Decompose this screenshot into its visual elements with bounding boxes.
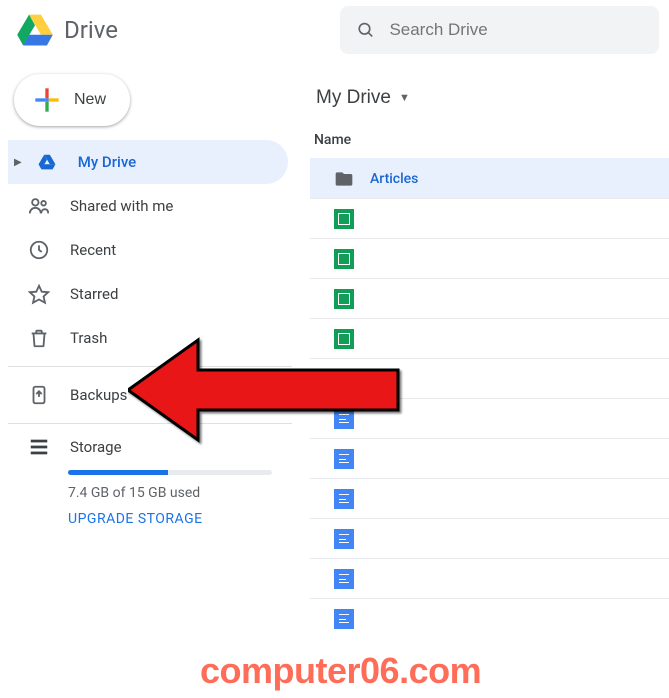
sidebar-item-storage[interactable]: Storage <box>8 430 292 458</box>
folder-icon <box>334 169 354 189</box>
file-row[interactable] <box>310 238 669 278</box>
sheets-icon <box>334 289 354 309</box>
sidebar-item-label: My Drive <box>78 153 137 171</box>
file-row[interactable] <box>310 478 669 518</box>
layout: New ▶ My Drive Shared with me Recent <box>0 60 669 638</box>
sidebar-item-trash[interactable]: Trash <box>8 316 288 360</box>
docs-icon <box>334 449 354 469</box>
people-icon <box>28 195 50 217</box>
file-row[interactable] <box>310 558 669 598</box>
watermark: computer06.com <box>200 650 481 692</box>
drawing-icon <box>334 369 354 389</box>
file-row[interactable] <box>310 398 669 438</box>
drive-logo-icon <box>16 11 54 49</box>
file-row[interactable] <box>310 318 669 358</box>
docs-icon <box>334 529 354 549</box>
file-row[interactable] <box>310 198 669 238</box>
plus-icon <box>32 85 62 115</box>
sheets-icon <box>334 249 354 269</box>
search-input[interactable] <box>389 20 643 40</box>
docs-icon <box>334 569 354 589</box>
chevron-down-icon: ▼ <box>399 92 410 104</box>
storage-bar <box>68 470 272 475</box>
logo-area[interactable]: Drive <box>10 11 340 49</box>
sidebar-item-label: Trash <box>70 329 107 347</box>
app-header: Drive <box>0 0 669 60</box>
file-row[interactable]: Articles <box>310 158 669 198</box>
separator <box>8 423 292 424</box>
backup-icon <box>28 384 50 406</box>
breadcrumb-label: My Drive <box>316 87 391 109</box>
search-bar[interactable] <box>340 6 659 54</box>
sidebar-item-starred[interactable]: Starred <box>8 272 288 316</box>
sheets-icon <box>334 209 354 229</box>
file-row[interactable] <box>310 358 669 398</box>
sheets-icon <box>334 329 354 349</box>
new-button-label: New <box>74 91 106 109</box>
breadcrumb: My Drive ▼ <box>310 70 669 126</box>
docs-icon <box>334 409 354 429</box>
sidebar-item-label: Starred <box>70 285 118 303</box>
file-row[interactable] <box>310 278 669 318</box>
storage-label: Storage <box>70 438 122 456</box>
sidebar-item-recent[interactable]: Recent <box>8 228 288 272</box>
app-title: Drive <box>64 16 118 44</box>
star-icon <box>28 283 50 305</box>
file-row[interactable] <box>310 598 669 638</box>
expand-icon[interactable]: ▶ <box>14 157 22 168</box>
docs-icon <box>334 609 354 629</box>
file-row[interactable] <box>310 518 669 558</box>
storage-usage-text: 7.4 GB of 15 GB used <box>68 485 292 501</box>
sidebar-item-label: Shared with me <box>70 197 173 215</box>
sidebar-item-label: Backups <box>70 386 127 404</box>
clock-icon <box>28 239 50 261</box>
sidebar: New ▶ My Drive Shared with me Recent <box>0 60 300 638</box>
sidebar-item-my-drive[interactable]: ▶ My Drive <box>8 140 288 184</box>
column-header-name[interactable]: Name <box>310 126 669 158</box>
docs-icon <box>334 489 354 509</box>
trash-icon <box>28 327 50 349</box>
new-button[interactable]: New <box>14 74 130 126</box>
storage-icon <box>28 436 50 458</box>
sidebar-item-backups[interactable]: Backups <box>8 373 288 417</box>
separator <box>8 366 292 367</box>
file-row[interactable] <box>310 438 669 478</box>
search-icon <box>356 19 375 41</box>
file-list: Articles <box>310 158 669 638</box>
drive-icon <box>36 153 58 171</box>
sidebar-item-label: Recent <box>70 241 116 259</box>
file-name: Articles <box>370 171 418 187</box>
breadcrumb-my-drive[interactable]: My Drive ▼ <box>310 83 416 113</box>
upgrade-storage-link[interactable]: UPGRADE STORAGE <box>68 511 292 527</box>
sidebar-item-shared[interactable]: Shared with me <box>8 184 288 228</box>
main-content: My Drive ▼ Name Articles <box>300 60 669 638</box>
